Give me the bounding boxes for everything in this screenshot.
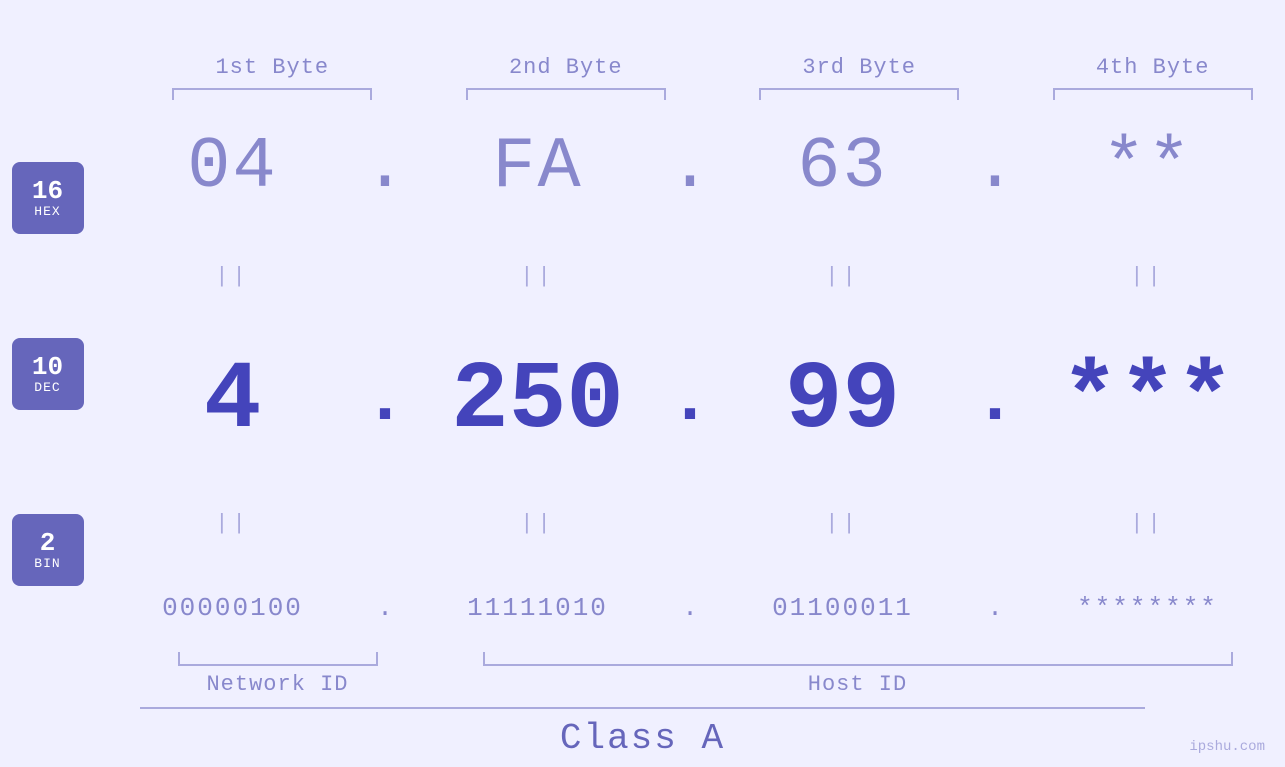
eq1-b1: ||: [95, 264, 370, 289]
dec-b2: 250: [451, 346, 624, 455]
byte2-label: 2nd Byte: [509, 55, 623, 80]
hex-b3: 63: [797, 126, 887, 208]
dec-b1: 4: [204, 346, 262, 455]
bin-dot2: .: [675, 593, 705, 623]
byte4-header: 4th Byte: [1020, 55, 1285, 100]
byte3-label: 3rd Byte: [802, 55, 916, 80]
class-row: Class A: [140, 707, 1145, 767]
dec-b4-cell: ***: [1010, 346, 1285, 455]
bin-dot1: .: [370, 593, 400, 623]
id-labels-row: Network ID Host ID: [140, 652, 1285, 697]
eq1-b3: ||: [705, 264, 980, 289]
byte1-bracket-top: [172, 88, 372, 100]
dec-dot1: .: [370, 359, 400, 441]
hex-badge: 16 HEX: [12, 162, 84, 234]
badges-column: 16 HEX 10 DEC 2 BIN: [0, 100, 95, 648]
hex-b2-cell: FA: [400, 126, 675, 208]
eq1-b4: ||: [1010, 264, 1285, 289]
bin-badge-number: 2: [40, 530, 56, 556]
hex-badge-number: 16: [32, 178, 63, 204]
dec-badge-label: DEC: [34, 380, 60, 395]
dec-b4: ***: [1061, 346, 1234, 455]
bin-b1: 00000100: [162, 593, 303, 623]
network-id-section: Network ID: [140, 652, 415, 697]
bin-b3: 01100011: [772, 593, 913, 623]
eq2-b1: ||: [95, 511, 370, 536]
byte3-header: 3rd Byte: [727, 55, 992, 100]
values-grid: 04 . FA . 63 . ** || ||: [95, 100, 1285, 648]
dec-badge-number: 10: [32, 354, 63, 380]
hex-dot1: .: [370, 126, 400, 208]
content-area: 16 HEX 10 DEC 2 BIN 04 . FA: [0, 100, 1285, 648]
main-container: 1st Byte 2nd Byte 3rd Byte 4th Byte 16 H…: [0, 0, 1285, 767]
hex-b3-cell: 63: [705, 126, 980, 208]
network-id-label: Network ID: [206, 672, 348, 697]
byte1-label: 1st Byte: [215, 55, 329, 80]
hex-dot3: .: [980, 126, 1010, 208]
hex-b1: 04: [187, 126, 277, 208]
byte1-header: 1st Byte: [140, 55, 405, 100]
byte4-label: 4th Byte: [1096, 55, 1210, 80]
hex-row: 04 . FA . 63 . **: [95, 126, 1285, 208]
network-bracket-bottom: [178, 652, 378, 666]
bin-b4-cell: ********: [1010, 593, 1285, 623]
bin-row: 00000100 . 11111010 . 01100011 . *******…: [95, 593, 1285, 623]
dec-row: 4 . 250 . 99 . ***: [95, 346, 1285, 455]
equals-row-2: || || || ||: [95, 506, 1285, 542]
bin-b1-cell: 00000100: [95, 593, 370, 623]
bin-badge-label: BIN: [34, 556, 60, 571]
hex-dot2: .: [675, 126, 705, 208]
dec-b2-cell: 250: [400, 346, 675, 455]
hex-b1-cell: 04: [95, 126, 370, 208]
eq2-b4: ||: [1010, 511, 1285, 536]
dec-dot2: .: [675, 359, 705, 441]
hex-badge-label: HEX: [34, 204, 60, 219]
dec-dot3: .: [980, 359, 1010, 441]
hex-b4: **: [1102, 126, 1192, 208]
dec-b1-cell: 4: [95, 346, 370, 455]
byte2-header: 2nd Byte: [433, 55, 698, 100]
bin-badge: 2 BIN: [12, 514, 84, 586]
host-bracket-bottom: [483, 652, 1233, 666]
byte2-bracket-top: [466, 88, 666, 100]
bin-b3-cell: 01100011: [705, 593, 980, 623]
eq2-b3: ||: [705, 511, 980, 536]
byte4-bracket-top: [1053, 88, 1253, 100]
watermark: ipshu.com: [1189, 739, 1265, 755]
bin-dot3: .: [980, 593, 1010, 623]
header-row: 1st Byte 2nd Byte 3rd Byte 4th Byte: [0, 0, 1285, 100]
dec-b3: 99: [785, 346, 900, 455]
eq2-b2: ||: [400, 511, 675, 536]
bin-b4: ********: [1077, 593, 1218, 623]
equals-row-1: || || || ||: [95, 259, 1285, 295]
dec-b3-cell: 99: [705, 346, 980, 455]
host-id-label: Host ID: [808, 672, 907, 697]
hex-b4-cell: **: [1010, 126, 1285, 208]
host-id-section: Host ID: [445, 652, 1270, 697]
byte3-bracket-top: [759, 88, 959, 100]
dec-badge: 10 DEC: [12, 338, 84, 410]
hex-b2: FA: [492, 126, 582, 208]
eq1-b2: ||: [400, 264, 675, 289]
bottom-section: Network ID Host ID: [0, 648, 1285, 707]
bin-b2-cell: 11111010: [400, 593, 675, 623]
class-label: Class A: [560, 718, 725, 759]
bin-b2: 11111010: [467, 593, 608, 623]
